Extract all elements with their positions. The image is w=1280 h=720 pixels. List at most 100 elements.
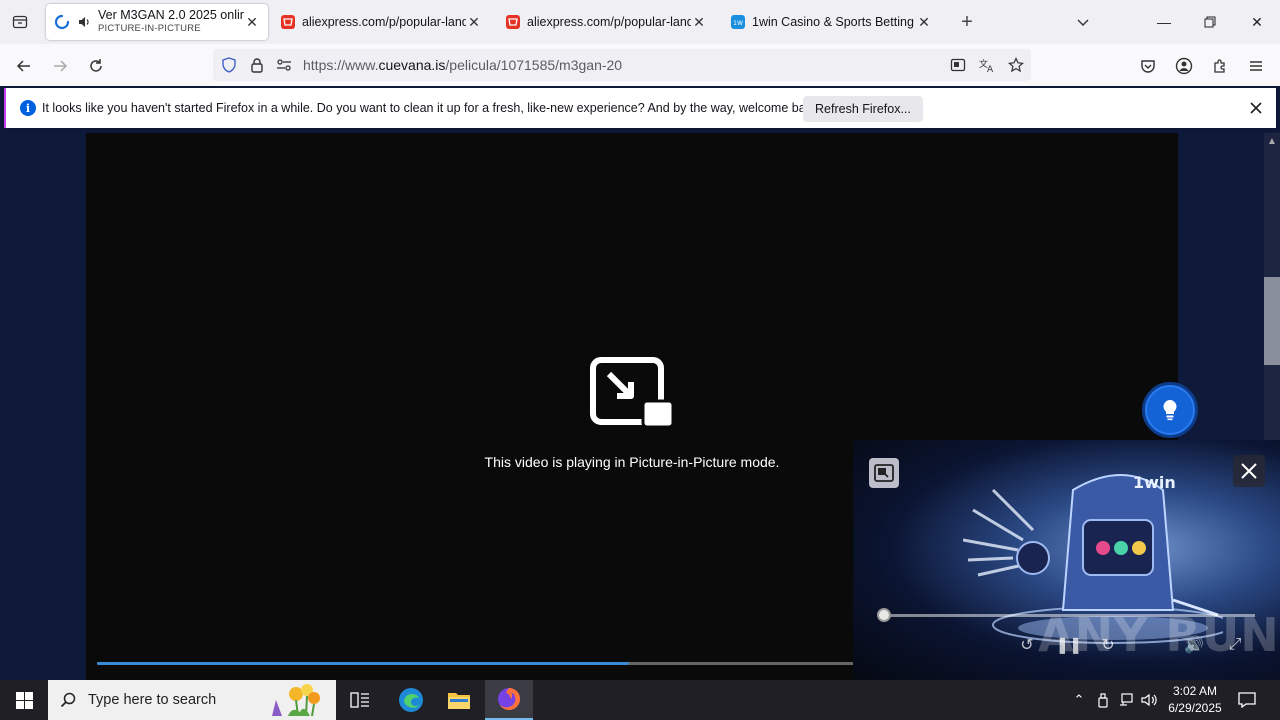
action-center-button[interactable] xyxy=(1236,689,1258,711)
pocket-button[interactable] xyxy=(1134,52,1162,80)
aliexpress-icon xyxy=(280,14,296,30)
notification-icon xyxy=(1238,692,1256,708)
close-tab-icon[interactable]: ✕ xyxy=(244,14,260,30)
new-tab-button[interactable]: + xyxy=(955,10,979,34)
firefox-view-icon xyxy=(12,15,28,29)
svg-text:A: A xyxy=(987,65,994,73)
search-icon xyxy=(48,692,88,708)
taskbar-search-box[interactable]: Type here to search xyxy=(48,680,336,720)
task-view-button[interactable] xyxy=(336,680,384,720)
svg-text:1win: 1win xyxy=(1133,473,1176,492)
arrow-right-icon xyxy=(54,60,68,72)
lightbulb-icon xyxy=(1163,400,1177,421)
permissions-icon[interactable] xyxy=(275,56,293,74)
account-button[interactable] xyxy=(1170,52,1198,80)
volume-tray-button[interactable] xyxy=(1139,690,1161,710)
show-hidden-icons-button[interactable]: ⌃ xyxy=(1068,690,1090,710)
task-view-icon xyxy=(350,692,369,708)
refresh-firefox-button[interactable]: Refresh Firefox... xyxy=(803,96,923,122)
tab-aliexpress-1[interactable]: aliexpress.com/p/popular-landi ✕ xyxy=(272,4,490,40)
info-icon: i xyxy=(20,100,36,116)
speaker-icon xyxy=(1141,693,1157,707)
chevron-up-icon: ⌃ xyxy=(1073,692,1085,707)
aliexpress-icon xyxy=(505,14,521,30)
pip-close-button[interactable] xyxy=(1233,455,1265,487)
bookmark-star-icon[interactable] xyxy=(1007,56,1025,74)
tab-m3gan[interactable]: Ver M3GAN 2.0 2025 online PICTURE-IN-PIC… xyxy=(46,4,268,40)
edge-taskbar-button[interactable] xyxy=(387,680,435,720)
1win-icon: 1W xyxy=(730,14,746,30)
picture-in-picture-window[interactable]: 1win ↺ ❚❚ ↻ 🔊 ⤢ ANY RUN xyxy=(853,440,1280,680)
notification-message: It looks like you haven't started Firefo… xyxy=(42,101,822,115)
return-to-tab-icon xyxy=(874,464,894,482)
firefox-icon xyxy=(498,687,521,710)
tab-1win[interactable]: 1W 1win Casino & Sports Betting | ( ✕ xyxy=(722,4,940,40)
puzzle-icon xyxy=(1214,59,1225,73)
file-explorer-taskbar-button[interactable] xyxy=(435,680,483,720)
translate-icon[interactable]: 文A xyxy=(978,56,996,74)
url-text: https://www.cuevana.is/pelicula/1071585/… xyxy=(303,57,623,73)
refresh-firefox-notification: i It looks like you haven't started Fire… xyxy=(4,88,1276,128)
close-icon xyxy=(1250,102,1262,114)
usb-tray-button[interactable] xyxy=(1092,690,1114,710)
close-tab-icon[interactable]: ✕ xyxy=(466,14,482,30)
start-button[interactable] xyxy=(0,680,48,720)
tab-title: aliexpress.com/p/popular-landi xyxy=(527,15,691,29)
pip-scrub-handle[interactable] xyxy=(877,608,891,622)
tab-bar: Ver M3GAN 2.0 2025 online PICTURE-IN-PIC… xyxy=(0,0,1280,44)
list-all-tabs-button[interactable] xyxy=(1071,10,1095,34)
navigation-toolbar: https://www.cuevana.is/pelicula/1071585/… xyxy=(0,44,1280,86)
windows-taskbar: Type here to search ⌃ 3:02 AM 6/29/2025 xyxy=(0,680,1280,720)
video-progress-bar[interactable] xyxy=(97,662,857,665)
lock-icon[interactable] xyxy=(248,56,266,74)
chevron-down-icon xyxy=(1077,19,1089,26)
hamburger-menu-icon xyxy=(1250,61,1262,71)
close-icon xyxy=(1241,463,1257,479)
close-tab-icon[interactable]: ✕ xyxy=(691,14,707,30)
notification-close-button[interactable] xyxy=(1246,98,1266,118)
help-bulb-button[interactable] xyxy=(1142,382,1198,438)
tab-title: Ver M3GAN 2.0 2025 online xyxy=(98,9,244,22)
forward-button[interactable] xyxy=(46,52,74,80)
network-icon xyxy=(1120,693,1133,706)
folder-icon xyxy=(448,693,470,709)
tab-aliexpress-2[interactable]: aliexpress.com/p/popular-landi ✕ xyxy=(497,4,715,40)
speaker-icon[interactable] xyxy=(76,14,92,30)
windows-logo-icon xyxy=(15,691,33,709)
arrow-left-icon xyxy=(16,60,30,72)
usb-device-icon xyxy=(1098,693,1108,708)
picture-in-picture-icon xyxy=(590,357,675,429)
close-window-button[interactable]: ✕ xyxy=(1243,8,1271,36)
seek-back-icon: ↺ xyxy=(1020,637,1034,654)
svg-text:1W: 1W xyxy=(733,20,743,27)
edge-icon xyxy=(399,688,423,712)
minimize-icon: — xyxy=(1157,14,1171,30)
extensions-button[interactable] xyxy=(1206,52,1234,80)
account-icon xyxy=(1175,57,1193,75)
clock-date: 6/29/2025 xyxy=(1168,701,1222,715)
loading-spinner-icon xyxy=(54,14,70,30)
tab-title: aliexpress.com/p/popular-landi xyxy=(302,15,466,29)
search-placeholder: Type here to search xyxy=(88,692,217,708)
firefox-view-button[interactable] xyxy=(8,10,32,34)
app-menu-button[interactable] xyxy=(1242,52,1270,80)
seek-back-button[interactable]: ↺ xyxy=(1016,634,1038,656)
return-to-tab-button[interactable] xyxy=(869,458,899,488)
restore-button[interactable] xyxy=(1196,8,1224,36)
reload-icon xyxy=(90,59,102,72)
close-tab-icon[interactable]: ✕ xyxy=(916,14,932,30)
clock-time: 3:02 AM xyxy=(1172,684,1218,698)
scrollbar-thumb[interactable] xyxy=(1264,277,1280,365)
plus-icon: + xyxy=(961,10,973,33)
minimize-button[interactable]: — xyxy=(1150,8,1178,36)
firefox-taskbar-button[interactable] xyxy=(485,680,533,720)
reload-button[interactable] xyxy=(82,52,110,80)
url-bar[interactable]: https://www.cuevana.is/pelicula/1071585/… xyxy=(213,49,1031,81)
back-button[interactable] xyxy=(10,52,38,80)
network-tray-button[interactable] xyxy=(1115,690,1137,710)
reader-view-icon[interactable] xyxy=(949,56,967,74)
system-clock[interactable]: 3:02 AM 6/29/2025 xyxy=(1162,683,1228,717)
tracking-protection-shield-icon[interactable] xyxy=(220,56,238,74)
tab-title: 1win Casino & Sports Betting | ( xyxy=(752,15,916,29)
scroll-up-arrow-icon[interactable]: ▲ xyxy=(1264,133,1280,149)
